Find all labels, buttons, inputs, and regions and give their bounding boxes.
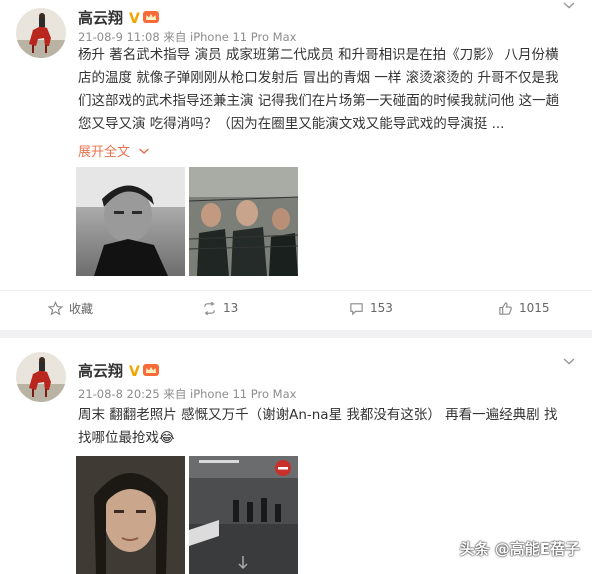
- crown-icon: [142, 11, 159, 23]
- avatar[interactable]: [16, 352, 66, 402]
- verified-badge: V: [129, 11, 140, 27]
- chevron-down-icon[interactable]: [562, 356, 576, 366]
- device-name: iPhone 11 Pro Max: [190, 30, 297, 44]
- post-image-2[interactable]: [189, 167, 298, 276]
- device-name: iPhone 11 Pro Max: [190, 387, 297, 401]
- post-meta: 21-08-8 20:25 来自 iPhone 11 Pro Max: [78, 386, 296, 402]
- post-separator: [0, 330, 592, 338]
- like-icon: [499, 301, 512, 315]
- post-meta: 21-08-9 11:08 来自 iPhone 11 Pro Max: [78, 29, 296, 45]
- verified-badge: V: [129, 364, 140, 380]
- watermark: 头条 @高能E蓓子: [459, 540, 580, 558]
- chevron-down-icon: [139, 148, 150, 155]
- post-image-1[interactable]: [76, 456, 185, 574]
- star-icon: [48, 300, 63, 316]
- like-count: 1015: [519, 301, 550, 315]
- comment-count: 153: [370, 301, 393, 315]
- post-text: 周末 翻翻老照片 感慨又万千（谢谢An-na星 我都没有这张） 再看一遍经典剧 …: [78, 407, 558, 446]
- post-image-1[interactable]: [76, 167, 185, 276]
- post-timestamp[interactable]: 21-08-8 20:25: [78, 387, 160, 401]
- comment-button[interactable]: 153: [349, 291, 393, 325]
- repost-button[interactable]: 13: [202, 291, 238, 325]
- expand-label: 展开全文: [78, 145, 131, 160]
- chevron-down-icon[interactable]: [562, 0, 576, 10]
- weibo-post-1: 高云翔 V 21-08-9 11:08 来自 iPhone 11 Pro Max …: [0, 0, 592, 330]
- source-prefix: 来自: [163, 387, 187, 401]
- post-timestamp[interactable]: 21-08-9 11:08: [78, 30, 160, 44]
- comment-icon: [350, 302, 363, 315]
- post-image-2[interactable]: [189, 456, 298, 574]
- crown-icon: [142, 364, 159, 376]
- author-name-row: 高云翔 V: [78, 7, 160, 28]
- post-text: 杨升 著名武术指导 演员 成家班第二代成员 和升哥相识是在拍《刀影》 八月份横店…: [78, 47, 560, 132]
- source-prefix: 来自: [163, 30, 187, 44]
- favorite-button[interactable]: 收藏: [48, 291, 93, 325]
- avatar[interactable]: [16, 8, 66, 58]
- author-name[interactable]: 高云翔: [78, 362, 123, 380]
- author-name[interactable]: 高云翔: [78, 9, 123, 27]
- post-actions-bar: 收藏 13 153 1015: [0, 290, 592, 324]
- repost-icon: [204, 301, 215, 315]
- favorite-label: 收藏: [69, 301, 94, 316]
- repost-count: 13: [223, 301, 239, 315]
- expand-full-text-link[interactable]: 展开全文: [78, 141, 150, 160]
- author-name-row: 高云翔 V: [78, 360, 160, 381]
- like-button[interactable]: 1015: [498, 291, 550, 325]
